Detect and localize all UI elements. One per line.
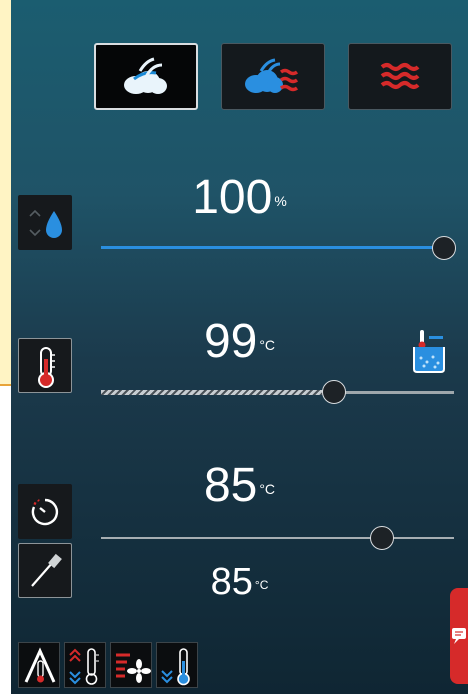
humidity-slider-track[interactable] xyxy=(101,246,454,249)
core-slider-knob[interactable] xyxy=(370,526,395,550)
steam-mode-button[interactable] xyxy=(94,43,198,110)
thermo-updown-icon xyxy=(69,648,99,685)
oven-control-panel: 100% 99 °C 85 °C 85 °C xyxy=(11,0,468,694)
thermo-updown-button[interactable] xyxy=(64,642,106,688)
core-slider-track[interactable] xyxy=(101,537,454,539)
fan-heat-button[interactable] xyxy=(110,642,152,688)
water-bath-icon[interactable] xyxy=(411,328,447,374)
convection-mode-button[interactable] xyxy=(348,43,452,110)
core-temperature-value: 85 °C xyxy=(203,459,276,512)
heat-waves-icon xyxy=(380,62,420,89)
cooldown-button[interactable] xyxy=(156,642,198,688)
combi-steam-mode-button[interactable] xyxy=(221,43,325,110)
steam-cloud-icon xyxy=(124,57,167,94)
temperature-slider-track[interactable] xyxy=(101,390,454,395)
cabinet-temperature-value: 99 °C xyxy=(203,315,276,368)
chat-bubble-icon xyxy=(452,628,466,644)
humidity-value: 100% xyxy=(192,171,287,224)
temperature-slider-rest xyxy=(334,391,454,394)
combi-steam-icon xyxy=(245,58,299,93)
fan-heat-icon xyxy=(116,653,151,683)
delta-t-button[interactable] xyxy=(18,642,60,688)
delta-t-icon xyxy=(24,647,56,683)
temperature-slider-fill xyxy=(101,390,335,395)
temperature-slider-knob[interactable] xyxy=(322,380,347,404)
core-actual-value: 85 °C xyxy=(210,561,269,603)
humidity-slider-knob[interactable] xyxy=(432,236,456,260)
cooldown-icon xyxy=(161,648,190,686)
feedback-tab[interactable] xyxy=(450,588,468,684)
